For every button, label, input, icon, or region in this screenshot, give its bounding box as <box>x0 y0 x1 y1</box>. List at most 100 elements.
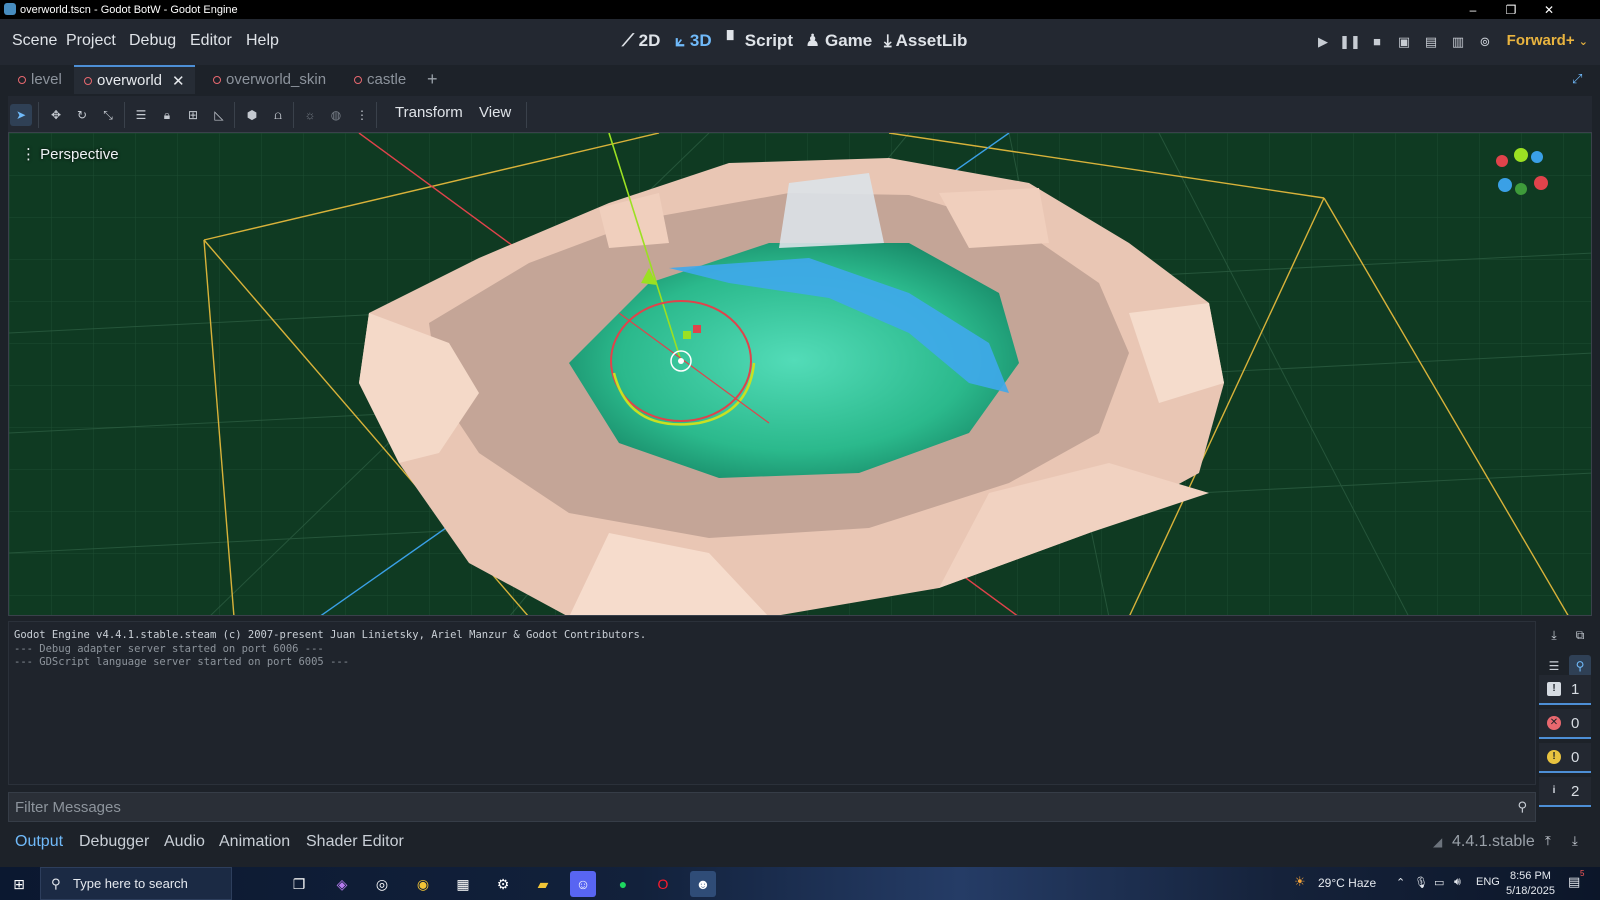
engine-version-label[interactable]: 4.4.1.stable <box>1452 833 1535 851</box>
pin-panel-icon[interactable]: ⤒ <box>1545 833 1551 849</box>
warning-icon: ! <box>1547 750 1561 764</box>
scene-tab-overworld[interactable]: overworld ✕ <box>74 65 195 94</box>
unsaved-dot-icon <box>18 75 26 84</box>
ruler-icon[interactable]: ◺ <box>208 104 230 126</box>
clock-time[interactable]: 8:56 PM <box>1510 870 1551 882</box>
task-view-icon[interactable]: ❐ <box>286 871 312 897</box>
discord-icon[interactable]: ☺ <box>570 871 596 897</box>
snap-icon[interactable]: ⩍ <box>267 104 289 126</box>
assetlib-icon: ⤓ <box>884 31 896 50</box>
distraction-free-icon[interactable]: ⤢ <box>1572 71 1582 87</box>
minimize-button[interactable]: – <box>1454 0 1492 19</box>
weather-label[interactable]: 29°C Haze <box>1318 876 1376 890</box>
chrome-icon[interactable]: ◉ <box>410 871 436 897</box>
remote-debug-icon[interactable]: ▣ <box>1393 31 1415 53</box>
renderer-selector[interactable]: Forward+ ⌄ <box>1507 32 1588 49</box>
movie-maker-icon[interactable]: ⊚ <box>1474 31 1496 53</box>
search-icon: ⚲ <box>51 876 61 891</box>
list-select-icon[interactable]: ☰ <box>130 104 152 126</box>
microphone-icon[interactable]: 🎙︎ <box>1414 876 1428 889</box>
menu-debug[interactable]: Debug <box>129 32 176 50</box>
pause-icon[interactable]: ❚❚ <box>1339 31 1361 53</box>
spotify-icon[interactable]: ● <box>610 871 636 897</box>
filter-warnings-all-button[interactable]: ! 1 <box>1539 675 1591 705</box>
stop-icon[interactable]: ■ <box>1366 31 1388 53</box>
environment-preview-icon[interactable]: ◍ <box>325 104 347 126</box>
scene-tab-castle[interactable]: castle <box>344 65 416 94</box>
tab-animation[interactable]: Animation <box>219 833 290 851</box>
window-titlebar: overworld.tscn - Godot BotW - Godot Engi… <box>0 0 1600 19</box>
opera-icon[interactable]: O <box>650 871 676 897</box>
close-window-button[interactable]: ✕ <box>1530 0 1568 19</box>
weather-icon: ☀ <box>1294 874 1306 889</box>
scene-tab-level[interactable]: level <box>8 65 72 94</box>
taskbar-search-input[interactable]: ⚲ Type here to search <box>40 867 232 900</box>
menu-project[interactable]: Project <box>66 32 116 50</box>
workspace-game-button[interactable]: ♟ Game <box>805 31 872 51</box>
scene-tabbar: level overworld ✕ overworld_skin castle +… <box>0 65 1600 94</box>
restore-button[interactable]: ❐ <box>1492 0 1530 19</box>
language-label[interactable]: ENG <box>1476 876 1500 888</box>
more-options-icon[interactable]: ⋮ <box>351 104 373 126</box>
lock-icon[interactable]: 🔒︎ <box>156 104 178 126</box>
tab-debugger[interactable]: Debugger <box>79 833 149 851</box>
viewport-perspective-menu[interactable]: ⋮ Perspective <box>21 145 119 163</box>
tab-output[interactable]: Output <box>15 833 63 851</box>
transform-menu[interactable]: Transform <box>395 104 463 121</box>
workspace-assetlib-button[interactable]: ⤓ AssetLib <box>884 31 967 51</box>
filter-warnings-button[interactable]: ! 0 <box>1539 743 1591 773</box>
window-title: overworld.tscn - Godot BotW - Godot Engi… <box>20 3 238 16</box>
play-custom-scene-icon[interactable]: ▥ <box>1447 31 1469 53</box>
select-mode-icon[interactable]: ➤ <box>10 104 32 126</box>
notification-icon[interactable]: ▤ <box>1568 874 1580 890</box>
godot-app-icon <box>4 3 16 15</box>
output-log[interactable]: Godot Engine v4.4.1.stable.steam (c) 200… <box>8 621 1536 785</box>
scale-mode-icon[interactable]: ⤡ <box>97 104 119 126</box>
scene-tab-overworld-skin[interactable]: overworld_skin <box>203 65 336 94</box>
add-tab-icon[interactable]: + <box>427 69 438 90</box>
collapse-icon[interactable]: ☰ <box>1543 655 1565 677</box>
clock-date[interactable]: 5/18/2025 <box>1506 885 1555 897</box>
tab-shader-editor[interactable]: Shader Editor <box>306 833 404 851</box>
expand-panel-icon[interactable]: ⤓ <box>1572 833 1578 849</box>
3d-icon: ⟀ <box>675 31 690 50</box>
copilot-icon[interactable]: ◈ <box>329 871 355 897</box>
error-icon: ✕ <box>1547 716 1561 730</box>
filter-messages-input[interactable]: Filter Messages ⚲ <box>8 792 1536 822</box>
workspace-3d-button[interactable]: ⟀ 3D <box>675 31 712 51</box>
chevron-up-icon[interactable]: ⌃ <box>1396 876 1405 889</box>
volume-icon[interactable]: 🔊︎ <box>1454 876 1461 889</box>
network-icon[interactable]: ▭ <box>1434 876 1444 889</box>
group-icon[interactable]: ⊞ <box>182 104 204 126</box>
menu-editor[interactable]: Editor <box>190 32 232 50</box>
copy-output-icon[interactable]: ⧉ <box>1569 624 1591 646</box>
view-menu[interactable]: View <box>479 104 511 121</box>
steam-icon[interactable]: ⚙ <box>490 871 516 897</box>
version-icon: ◢ <box>1433 835 1443 849</box>
filter-info-button[interactable]: i2 <box>1539 777 1591 807</box>
output-side-controls: ⤓ ⧉ ☰ ⚲ ! 1 ✕ 0 ! 0 i2 <box>1537 621 1593 821</box>
local-space-icon[interactable]: ⬢ <box>241 104 263 126</box>
search-icon: ⚲ <box>1517 799 1527 814</box>
clear-output-icon[interactable]: ⤓ <box>1543 624 1565 646</box>
menu-scene[interactable]: Scene <box>12 32 57 50</box>
store-icon[interactable]: ▦ <box>450 871 476 897</box>
move-mode-icon[interactable]: ✥ <box>45 104 67 126</box>
play-icon[interactable]: ▶ <box>1312 31 1334 53</box>
windows-start-icon[interactable]: ⊞ <box>6 871 32 897</box>
workspace-2d-button[interactable]: ⟋ 2D <box>622 31 660 51</box>
play-scene-icon[interactable]: ▤ <box>1420 31 1442 53</box>
obs-icon[interactable]: ◎ <box>369 871 395 897</box>
3d-viewport[interactable]: ⋮ Perspective <box>8 132 1592 616</box>
tab-audio[interactable]: Audio <box>164 833 205 851</box>
workspace-script-button[interactable]: ▘ Script <box>727 31 793 51</box>
filter-errors-button[interactable]: ✕ 0 <box>1539 709 1591 739</box>
search-toggle-icon[interactable]: ⚲ <box>1569 655 1591 677</box>
menu-help[interactable]: Help <box>246 32 279 50</box>
file-explorer-icon[interactable]: ▰ <box>530 871 556 897</box>
close-tab-icon[interactable]: ✕ <box>172 72 185 90</box>
rotate-mode-icon[interactable]: ↻ <box>71 104 93 126</box>
godot-taskbar-icon[interactable]: ☻ <box>690 871 716 897</box>
sun-preview-icon[interactable]: ☼ <box>299 104 321 126</box>
notification-count-badge: 5 <box>1580 869 1585 878</box>
